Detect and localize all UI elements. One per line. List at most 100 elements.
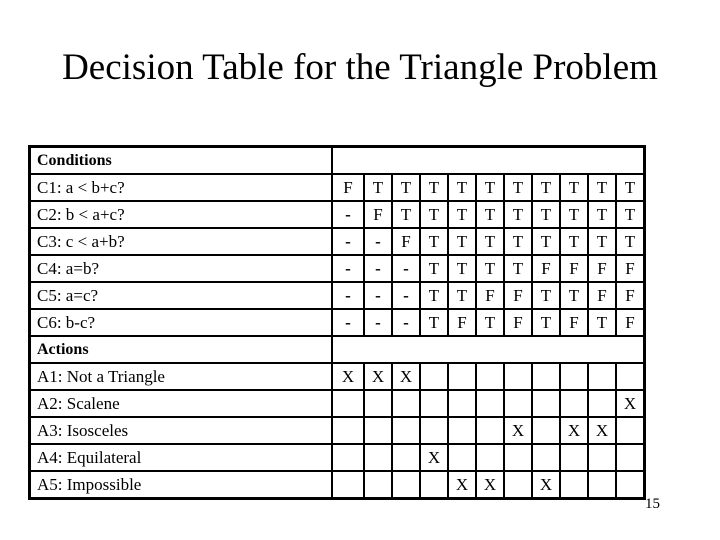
rule-cell: T — [475, 254, 505, 283]
rule-cell: - — [391, 308, 421, 337]
rule-cell: F — [587, 281, 617, 310]
rule-cell: - — [331, 200, 365, 229]
rule-cell: T — [419, 227, 449, 256]
rule-cell — [559, 389, 589, 418]
rule-cell — [475, 416, 505, 445]
rule-cell — [419, 389, 449, 418]
conditions-header-spacer — [331, 145, 646, 175]
rule-cell: F — [615, 281, 646, 310]
rule-cell — [331, 389, 365, 418]
rule-cell — [559, 443, 589, 472]
rule-cell — [391, 443, 421, 472]
rule-cell — [419, 416, 449, 445]
rule-cell: T — [587, 173, 617, 202]
rule-cell: T — [559, 200, 589, 229]
rule-cell — [587, 389, 617, 418]
rule-cell — [503, 362, 533, 391]
rule-cell: X — [447, 470, 477, 500]
rule-cell: T — [391, 173, 421, 202]
condition-label: C4: a=b? — [28, 254, 333, 283]
rule-cell: T — [587, 227, 617, 256]
rule-cell: T — [531, 200, 561, 229]
action-row: A3: Isosceles X X X — [28, 416, 646, 445]
condition-row: C2: b < a+c? - F T T T T T T T T T — [28, 200, 646, 229]
actions-header-spacer — [331, 335, 646, 364]
rule-cell: T — [559, 227, 589, 256]
rule-cell: T — [447, 200, 477, 229]
slide-title: Decision Table for the Triangle Problem — [62, 47, 658, 88]
rule-cell: T — [559, 173, 589, 202]
rule-cell: T — [475, 173, 505, 202]
rule-cell: - — [331, 308, 365, 337]
rule-cell — [447, 362, 477, 391]
rule-cell: F — [503, 308, 533, 337]
rule-cell — [531, 362, 561, 391]
rule-cell: T — [615, 173, 646, 202]
condition-row: C4: a=b? - - - T T T T F F F F — [28, 254, 646, 283]
rule-cell — [615, 443, 646, 472]
rule-cell: - — [331, 281, 365, 310]
decision-table: Conditions C1: a < b+c? F T T T T T T T T T T C2: b <… — [28, 145, 646, 500]
rule-cell: T — [475, 200, 505, 229]
rule-cell — [587, 362, 617, 391]
condition-row: C5: a=c? - - - T T F F T T F F — [28, 281, 646, 310]
rule-cell: F — [615, 308, 646, 337]
rule-cell: T — [559, 281, 589, 310]
rule-cell — [391, 470, 421, 500]
condition-label: C3: c < a+b? — [28, 227, 333, 256]
rule-cell: X — [587, 416, 617, 445]
rule-cell: T — [587, 308, 617, 337]
actions-header: Actions — [28, 335, 333, 364]
action-label: A1: Not a Triangle — [28, 362, 333, 391]
rule-cell — [503, 389, 533, 418]
rule-cell: X — [391, 362, 421, 391]
rule-cell — [587, 443, 617, 472]
rule-cell: T — [615, 227, 646, 256]
rule-cell: T — [419, 200, 449, 229]
rule-cell: T — [419, 173, 449, 202]
action-row: A1: Not a Triangle X X X — [28, 362, 646, 391]
rule-cell — [503, 443, 533, 472]
condition-row: C1: a < b+c? F T T T T T T T T T T — [28, 173, 646, 202]
action-label: A4: Equilateral — [28, 443, 333, 472]
action-row: A2: Scalene X — [28, 389, 646, 418]
rule-cell: T — [419, 281, 449, 310]
rule-cell: T — [531, 227, 561, 256]
rule-cell: T — [503, 227, 533, 256]
rule-cell: T — [447, 281, 477, 310]
rule-cell — [447, 389, 477, 418]
rule-cell — [419, 362, 449, 391]
rule-cell: T — [475, 227, 505, 256]
rule-cell: F — [331, 173, 365, 202]
rule-cell: - — [363, 308, 393, 337]
condition-row: C3: c < a+b? - - F T T T T T T T T — [28, 227, 646, 256]
page-number: 15 — [645, 496, 660, 512]
conditions-header: Conditions — [28, 145, 333, 175]
rule-cell — [559, 470, 589, 500]
condition-label: C2: b < a+c? — [28, 200, 333, 229]
rule-cell: T — [419, 308, 449, 337]
rule-cell — [503, 470, 533, 500]
condition-label: C6: b-c? — [28, 308, 333, 337]
rule-cell — [363, 389, 393, 418]
rule-cell: F — [503, 281, 533, 310]
rule-cell: F — [587, 254, 617, 283]
rule-cell: T — [391, 200, 421, 229]
conditions-header-row: Conditions — [28, 145, 646, 175]
rule-cell — [531, 389, 561, 418]
rule-cell: - — [331, 254, 365, 283]
rule-cell: X — [503, 416, 533, 445]
rule-cell — [475, 443, 505, 472]
rule-cell: F — [615, 254, 646, 283]
action-label: A3: Isosceles — [28, 416, 333, 445]
condition-row: C6: b-c? - - - T F T F T F T F — [28, 308, 646, 337]
rule-cell — [331, 470, 365, 500]
rule-cell — [331, 443, 365, 472]
rule-cell: T — [363, 173, 393, 202]
rule-cell — [475, 389, 505, 418]
rule-cell: X — [615, 389, 646, 418]
rule-cell: - — [363, 254, 393, 283]
rule-cell: F — [475, 281, 505, 310]
rule-cell: F — [391, 227, 421, 256]
rule-cell: F — [559, 254, 589, 283]
